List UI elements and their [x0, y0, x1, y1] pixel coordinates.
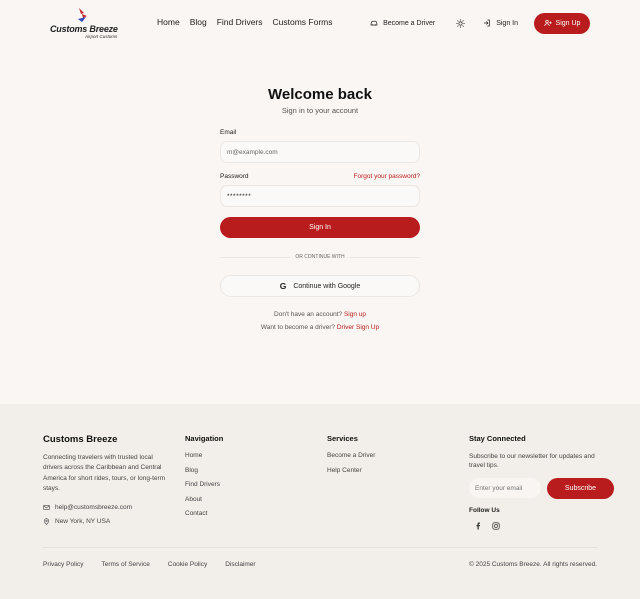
- driver-sign-up-link[interactable]: Driver Sign Up: [337, 324, 379, 331]
- nav-find-drivers[interactable]: Find Drivers: [217, 17, 263, 27]
- signup-prompt: Don't have an account? Sign up: [220, 311, 420, 318]
- logo-tagline: Airport Customs: [85, 34, 118, 39]
- footer-description: Connecting travelers with trusted local …: [43, 454, 166, 492]
- footer-link-about[interactable]: About: [185, 496, 223, 503]
- footer-navigation-title: Navigation: [185, 434, 224, 443]
- footer-link-become-driver[interactable]: Become a Driver: [327, 452, 375, 459]
- sign-up-link[interactable]: Sign up: [344, 311, 366, 318]
- page-subtitle: Sign in to your account: [281, 106, 359, 115]
- footer-newsletter-column: Stay Connected Subscribe to our newslett…: [469, 434, 614, 530]
- site-footer: Customs Breeze Connecting travelers with…: [0, 404, 640, 599]
- google-icon: G: [279, 281, 287, 291]
- terms-of-service-link[interactable]: Terms of Service: [101, 561, 149, 568]
- legal-links: Privacy Policy Terms of Service Cookie P…: [43, 561, 256, 568]
- driver-prompt-text: Want to become a driver?: [260, 324, 336, 331]
- footer-link-find-drivers[interactable]: Find Drivers: [185, 481, 223, 488]
- footer-navigation-column: Navigation Home Blog Find Drivers About …: [185, 434, 223, 525]
- sign-in-label: Sign In: [496, 19, 518, 27]
- footer-link-contact[interactable]: Contact: [185, 510, 223, 517]
- nav-customs-forms[interactable]: Customs Forms: [273, 17, 333, 27]
- facebook-icon[interactable]: [474, 522, 482, 530]
- footer-link-help-center[interactable]: Help Center: [327, 467, 375, 474]
- header-sign-up-button[interactable]: Sign Up: [534, 12, 590, 34]
- car-icon: [370, 20, 378, 26]
- header-actions: Become a Driver Sign In Sign Up: [370, 12, 590, 34]
- newsletter-email-input[interactable]: Enter your email: [469, 478, 541, 498]
- password-label-row: Password Forgot your password?: [220, 173, 420, 180]
- nav-blog[interactable]: Blog: [190, 17, 207, 27]
- or-divider: OR CONTINUE WITH: [220, 252, 420, 262]
- nav-home[interactable]: Home: [157, 17, 180, 27]
- logo-name: Customs Breeze: [50, 24, 118, 34]
- footer-divider: [43, 547, 597, 548]
- driver-prompt: Want to become a driver? Driver Sign Up: [220, 324, 420, 331]
- become-driver-label: Become a Driver: [383, 19, 436, 27]
- theme-toggle[interactable]: [455, 18, 465, 28]
- sign-in-form: Welcome back Sign in to your account Ema…: [220, 86, 420, 331]
- newsletter-text: Subscribe to our newsletter for updates …: [469, 453, 595, 469]
- disclaimer-link[interactable]: Disclaimer: [225, 561, 255, 568]
- map-pin-icon: [44, 518, 49, 526]
- password-label: Password: [220, 173, 249, 180]
- password-field[interactable]: ********: [220, 185, 420, 207]
- no-account-text: Don't have an account?: [274, 311, 343, 318]
- cookie-policy-link[interactable]: Cookie Policy: [168, 561, 207, 568]
- footer-location-text: New York, NY USA: [55, 518, 111, 526]
- site-header: Customs Breeze Airport Customs Home Blog…: [0, 0, 640, 46]
- main-nav: Home Blog Find Drivers Customs Forms: [157, 17, 333, 27]
- user-plus-icon: [543, 19, 552, 27]
- divider-label: OR CONTINUE WITH: [290, 252, 350, 262]
- footer-email-text: help@customsbreeze.com: [55, 504, 133, 512]
- brand-logo[interactable]: Customs Breeze Airport Customs: [48, 7, 120, 41]
- forgot-password-link[interactable]: Forgot your password?: [354, 173, 420, 180]
- sign-in-button[interactable]: Sign In: [220, 217, 420, 238]
- footer-email[interactable]: help@customsbreeze.com: [43, 504, 173, 511]
- subscribe-button[interactable]: Subscribe: [547, 478, 614, 499]
- email-label: Email: [220, 129, 237, 136]
- footer-link-home[interactable]: Home: [185, 452, 223, 459]
- footer-link-blog[interactable]: Blog: [185, 467, 223, 474]
- footer-brand-title: Customs Breeze: [43, 434, 118, 445]
- sign-up-label: Sign Up: [555, 19, 581, 27]
- become-driver-link[interactable]: Become a Driver: [370, 19, 435, 27]
- sun-icon: [455, 18, 465, 28]
- footer-stay-title: Stay Connected: [469, 434, 526, 443]
- mail-icon: [43, 505, 50, 511]
- email-field[interactable]: m@example.com: [220, 141, 420, 163]
- login-icon: [484, 19, 491, 27]
- newsletter-form: Enter your email Subscribe: [469, 478, 614, 499]
- footer-services-column: Services Become a Driver Help Center: [327, 434, 375, 481]
- follow-us-label: Follow Us: [469, 507, 500, 514]
- footer-brand-column: Customs Breeze Connecting travelers with…: [43, 434, 173, 526]
- google-sign-in-button[interactable]: G Continue with Google: [220, 275, 420, 297]
- header-sign-in-link[interactable]: Sign In: [483, 19, 518, 27]
- instagram-icon[interactable]: [492, 522, 500, 530]
- logo-mark-icon: [78, 8, 87, 22]
- email-label-row: Email: [220, 129, 420, 136]
- privacy-policy-link[interactable]: Privacy Policy: [43, 561, 83, 568]
- google-label: Continue with Google: [293, 282, 361, 290]
- copyright: © 2025 Customs Breeze. All rights reserv…: [469, 561, 597, 568]
- page-title: Welcome back: [268, 86, 372, 103]
- social-links: [469, 522, 614, 530]
- footer-location: New York, NY USA: [43, 518, 173, 526]
- footer-services-title: Services: [327, 434, 358, 443]
